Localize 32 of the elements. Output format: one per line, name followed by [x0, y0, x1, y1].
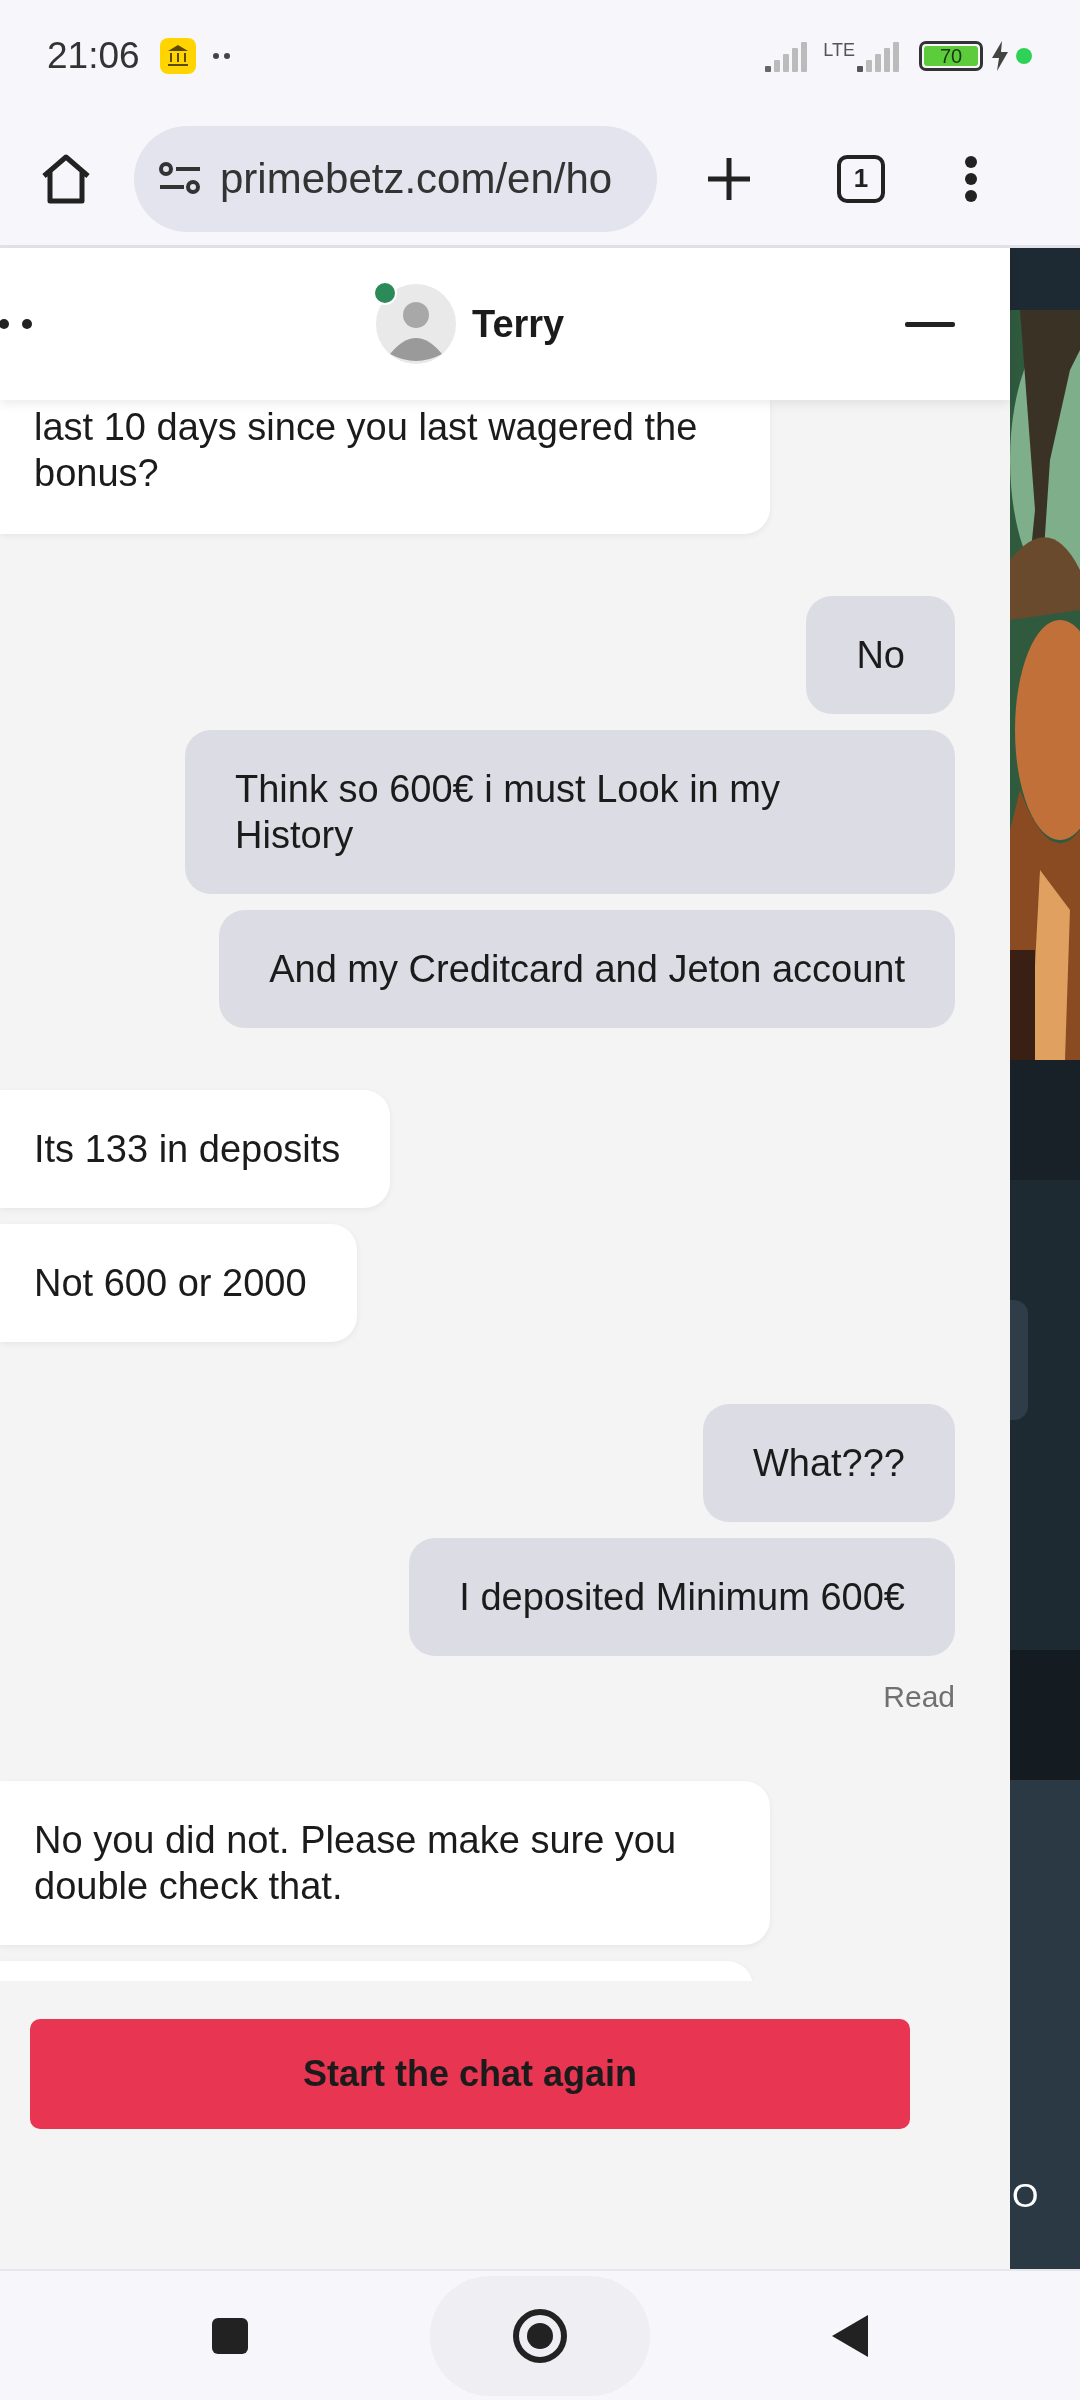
- message-bubble: last 10 days since you last wagered the bonus?: [0, 400, 770, 534]
- back-icon[interactable]: [830, 2312, 870, 2359]
- message-bubble: What???: [702, 1404, 955, 1522]
- message-bubble: I deposited Minimum 600€: [409, 1538, 955, 1656]
- tab-switcher[interactable]: 1: [837, 154, 885, 203]
- new-tab-icon[interactable]: [706, 155, 752, 202]
- message-bubble: No you did not. Please make sure you double check that.: [0, 1781, 770, 1945]
- message-bubble: And my Creditcard and Jeton account: [219, 910, 955, 1028]
- home-icon[interactable]: [40, 153, 92, 204]
- more-icon[interactable]: [0, 318, 34, 330]
- clock: 21:06: [47, 34, 140, 79]
- network-type: LTE: [823, 41, 855, 59]
- message-bubble: Not 600 or 2000: [0, 1224, 357, 1342]
- battery-indicator: 70: [919, 41, 983, 71]
- status-dot-icon: [1015, 47, 1033, 65]
- url-text: primebetz.com/en/ho: [220, 154, 613, 204]
- restart-chat-button[interactable]: Start the chat again: [30, 2019, 910, 2129]
- bank-icon: [159, 38, 196, 74]
- read-receipt: Read: [883, 1679, 955, 1715]
- site-settings-icon[interactable]: [158, 160, 202, 197]
- recents-icon[interactable]: [210, 2315, 250, 2356]
- more-notifications-icon: [211, 52, 232, 60]
- menu-icon[interactable]: [964, 154, 978, 203]
- agent-name: Terry: [472, 301, 565, 347]
- minimize-icon: [905, 321, 955, 327]
- avatar-icon: [376, 284, 456, 364]
- message-bubble: Think so 600€ i must Look in my History: [185, 730, 955, 894]
- edge-text: O: [1012, 2175, 1039, 2216]
- home-button-icon[interactable]: [512, 2307, 568, 2364]
- message-bubble: No: [806, 596, 955, 714]
- address-bar[interactable]: primebetz.com/en/ho: [134, 125, 657, 232]
- message-bubble: Its 133 in deposits: [0, 1090, 391, 1208]
